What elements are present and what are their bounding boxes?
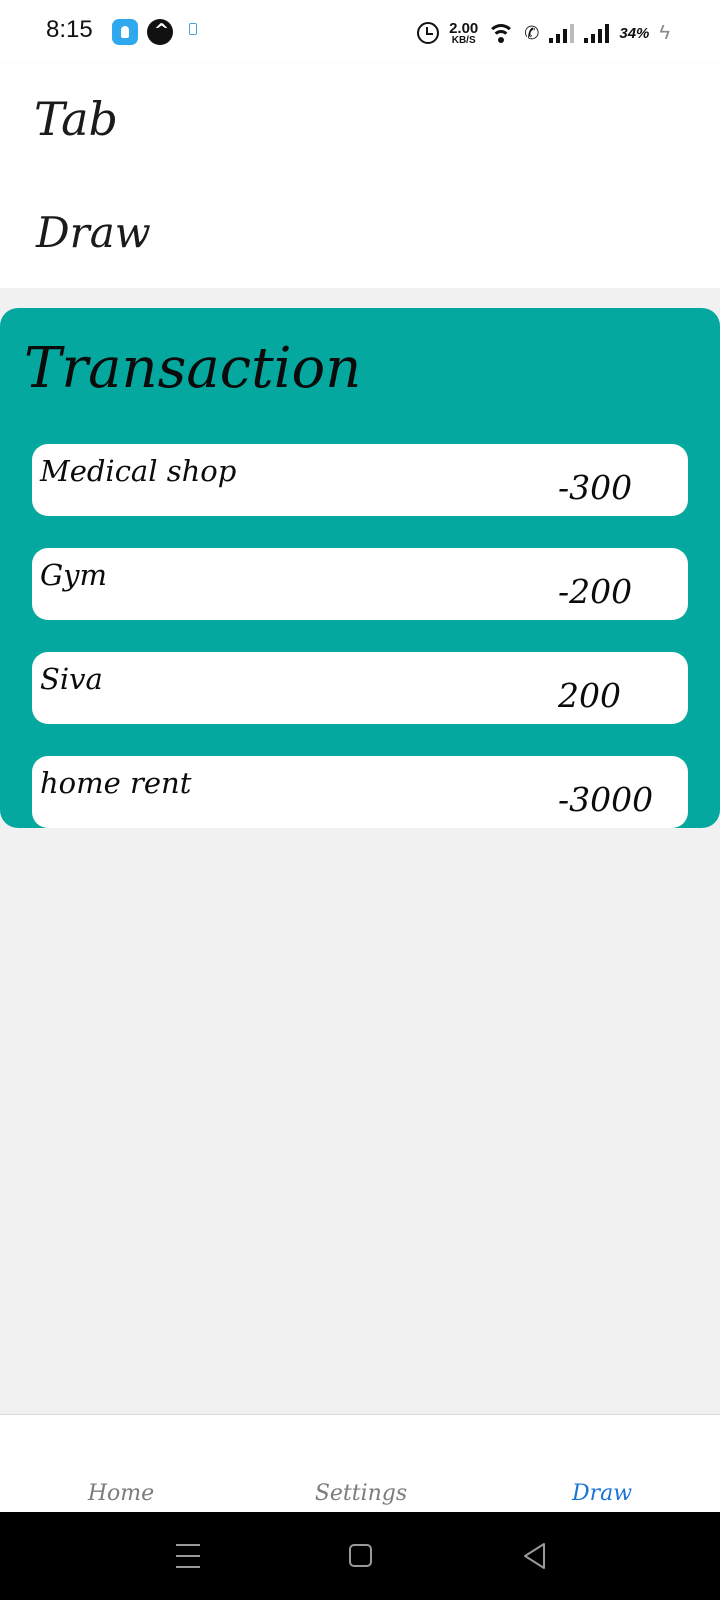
- tab-draw[interactable]: Draw: [522, 1481, 682, 1506]
- wifi-icon: [488, 22, 515, 44]
- section-title: Draw: [36, 208, 151, 257]
- wifi-calling-icon: ✆: [524, 22, 540, 44]
- system-nav-bar: [0, 1512, 720, 1600]
- transaction-amount: -300: [558, 468, 633, 507]
- status-icons: 2.00 KB/S ✆ 34% ϟ: [417, 18, 670, 48]
- tab-home[interactable]: Home: [41, 1481, 201, 1506]
- small-app-icon: [182, 19, 202, 45]
- transaction-item[interactable]: Siva 200: [32, 652, 688, 724]
- network-speed-value: 2.00: [449, 19, 479, 37]
- transaction-name: Siva: [40, 662, 103, 696]
- transaction-item[interactable]: Medical shop -300: [32, 444, 688, 516]
- transaction-title: Transaction: [24, 336, 362, 401]
- touch-app-icon: [112, 19, 138, 45]
- transaction-card: Transaction Medical shop -300 Gym -200 S…: [0, 308, 720, 828]
- transaction-item[interactable]: home rent -3000: [32, 756, 688, 828]
- transaction-name: Medical shop: [40, 454, 237, 488]
- transaction-amount: 200: [558, 676, 621, 715]
- signal-icon: [584, 23, 610, 43]
- transaction-amount: -3000: [558, 780, 654, 819]
- transaction-item[interactable]: Gym -200: [32, 548, 688, 620]
- menu-icon[interactable]: [176, 1544, 200, 1568]
- transaction-name: Gym: [40, 558, 108, 592]
- app-header: Tab: [0, 64, 720, 176]
- network-speed-unit: KB/S: [451, 34, 476, 46]
- tab-settings[interactable]: Settings: [281, 1481, 441, 1506]
- transaction-name: home rent: [40, 766, 192, 800]
- page-title: Tab: [34, 92, 118, 146]
- drawer-header: Draw: [0, 176, 720, 288]
- charging-icon: ϟ: [659, 21, 670, 44]
- battery-level: 34%: [619, 24, 650, 42]
- transaction-amount: -200: [558, 572, 633, 611]
- alarm-icon: [417, 22, 440, 44]
- nav-app-icon: [147, 19, 173, 45]
- signal-icon: [549, 23, 575, 43]
- home-square-icon[interactable]: [349, 1544, 372, 1567]
- status-time: 8:15: [46, 16, 93, 43]
- bottom-tab-bar: Home Settings Draw: [0, 1414, 720, 1512]
- network-speed: 2.00 KB/S: [449, 21, 478, 46]
- status-bar: 8:15 2.00 KB/S ✆ 34% ϟ: [0, 0, 720, 64]
